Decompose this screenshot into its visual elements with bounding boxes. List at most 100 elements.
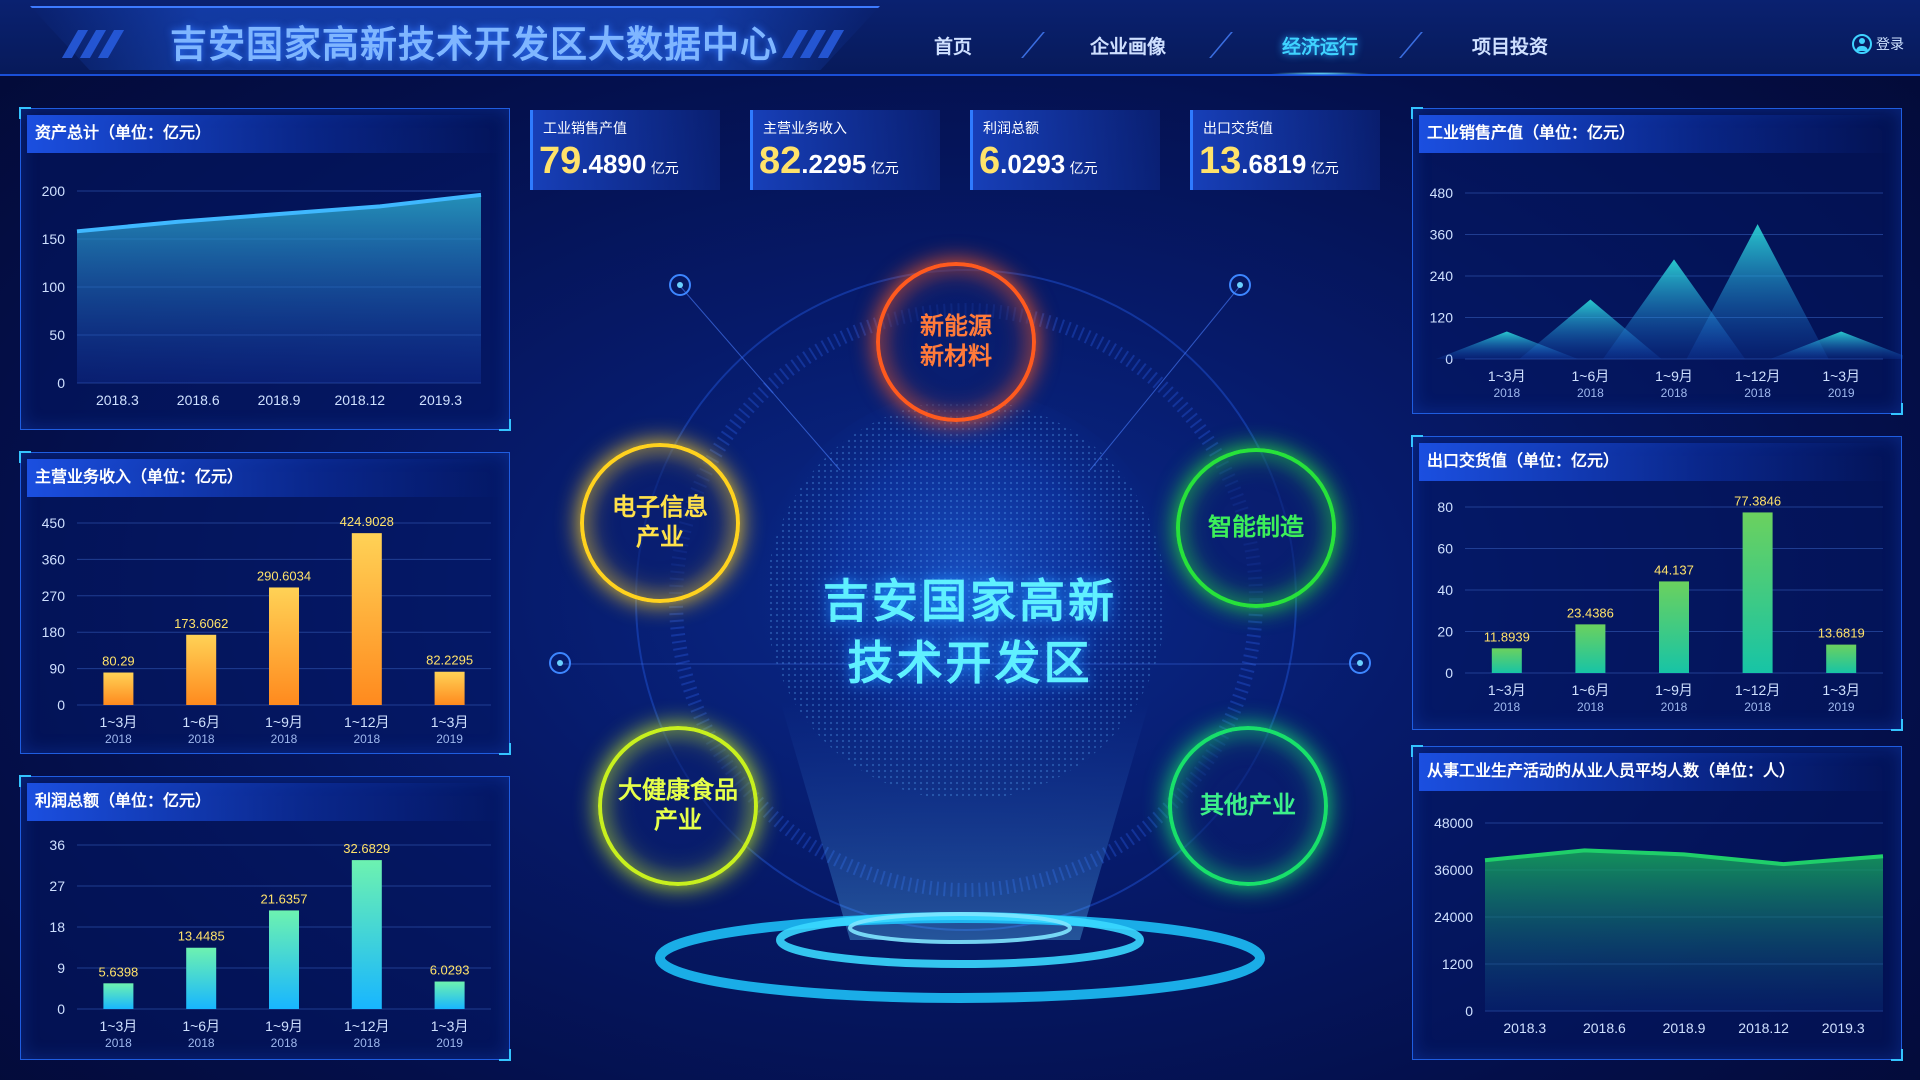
kpi-card-export: 出口交货值 13.6819 亿元	[1190, 110, 1380, 190]
nav-enterprise-profile[interactable]: 企业画像	[1090, 32, 1166, 59]
login-button[interactable]: 登录	[1852, 34, 1904, 54]
nav-separator	[1021, 32, 1045, 58]
bar	[269, 587, 299, 705]
kpi-dec: .2295	[801, 149, 867, 179]
y-tick-label: 120	[1430, 310, 1454, 326]
page-title: 吉安国家高新技术开发区大数据中心	[170, 24, 778, 65]
kpi-int: 6	[979, 140, 1001, 182]
industry-health-food[interactable]: 大健康食品 产业	[598, 726, 758, 886]
x-tick-label: 1~3月	[100, 1018, 138, 1034]
x-tick-year: 2019	[1828, 700, 1855, 714]
bar	[269, 910, 299, 1009]
y-tick-label: 150	[42, 231, 66, 247]
x-tick-year: 2018	[1577, 386, 1604, 400]
bar-value-label: 77.3846	[1734, 493, 1781, 508]
kpi-card-revenue: 主营业务收入 82.2295 亿元	[750, 110, 940, 190]
industry-label: 智能制造	[1208, 514, 1304, 541]
x-tick-year: 2018	[353, 1036, 380, 1050]
orbit-node	[549, 652, 571, 674]
y-tick-label: 0	[1445, 665, 1453, 681]
y-tick-label: 200	[42, 183, 66, 199]
kpi-unit: 亿元	[1310, 160, 1339, 176]
x-tick-year: 2018	[1744, 700, 1771, 714]
x-tick-year: 2018	[188, 732, 215, 746]
x-tick-year: 2018	[1661, 700, 1688, 714]
bar	[1742, 512, 1773, 673]
kpi-label: 利润总额	[983, 120, 1039, 136]
nav-separator	[1399, 32, 1423, 58]
kpi-value: 82.2295 亿元	[759, 140, 899, 183]
y-tick-label: 0	[57, 375, 65, 391]
nav-economic-operation[interactable]: 经济运行	[1269, 32, 1371, 75]
x-tick-label: 1~9月	[265, 1018, 303, 1034]
x-tick-year: 2018	[105, 732, 132, 746]
x-tick-label: 1~3月	[431, 1018, 469, 1034]
center-title: 吉安国家高新 技术开发区	[823, 575, 1117, 689]
y-tick-label: 360	[42, 551, 66, 567]
kpi-int: 82	[759, 140, 802, 182]
revenue-panel: 主营业务收入（单位：亿元） 0 90 180 270 360 450 80.29 1~3月 20…	[19, 451, 511, 755]
x-tick-label: 1~12月	[1735, 682, 1781, 698]
x-tick-label: 2018.9	[1663, 1020, 1706, 1036]
x-tick-label: 1~9月	[1655, 368, 1693, 384]
area-fill	[77, 194, 481, 383]
kpi-value: 6.0293 亿元	[979, 140, 1098, 183]
y-tick-label: 240	[1430, 268, 1454, 284]
mountain-mark	[1686, 224, 1829, 359]
orbit-node	[1229, 274, 1251, 296]
y-tick-label: 80	[1437, 499, 1453, 515]
bar	[103, 672, 134, 705]
kpi-dec: .6819	[1241, 149, 1307, 179]
y-tick-label: 27	[49, 878, 65, 894]
x-tick-label: 1~3月	[100, 714, 138, 730]
industry-intelligent-manufacturing[interactable]: 智能制造	[1176, 448, 1336, 608]
x-tick-label: 1~6月	[182, 714, 220, 730]
employees-panel: 从事工业生产活动的从业人员平均人数（单位：人） 0 1200 24000 36000 4…	[1411, 745, 1903, 1061]
x-tick-label: 1~6月	[1572, 682, 1610, 698]
x-tick-year: 2018	[105, 1036, 132, 1050]
y-tick-label: 0	[57, 1001, 65, 1017]
x-tick-label: 2019.3	[1822, 1020, 1865, 1036]
y-tick-label: 480	[1430, 185, 1454, 201]
export-chart: 0 20 40 60 80 11.8939 1~3月 2018 23.4386 1~6月 2018 4…	[1437, 493, 1883, 714]
y-tick-label: 450	[42, 515, 66, 531]
bar-value-label: 5.6398	[99, 964, 139, 979]
kpi-unit: 亿元	[1069, 160, 1098, 176]
x-tick-year: 2018	[353, 732, 380, 746]
sales-chart: 01202403604801~3月20181~6月20181~9月20181~1…	[1430, 185, 1903, 400]
kpi-card-profit: 利润总额 6.0293 亿元	[970, 110, 1160, 190]
bar	[434, 671, 465, 705]
bar	[186, 634, 217, 705]
bar	[1575, 624, 1606, 673]
nav-home[interactable]: 首页	[934, 32, 972, 59]
y-tick-label: 100	[42, 279, 66, 295]
x-tick-year: 2019	[436, 732, 463, 746]
bar	[351, 860, 382, 1009]
orbit-node	[669, 274, 691, 296]
industry-other[interactable]: 其他产业	[1168, 726, 1328, 886]
kpi-int: 13	[1199, 140, 1242, 182]
x-tick-label: 2018.9	[258, 392, 301, 408]
industry-new-energy-materials[interactable]: 新能源 新材料	[876, 262, 1036, 422]
y-tick-label: 360	[1430, 227, 1454, 243]
industry-label: 大健康食品 产业	[618, 777, 738, 834]
main-nav: 首页 企业画像 经济运行 项目投资	[890, 24, 1610, 75]
export-panel: 出口交货值（单位：亿元） 0 20 40 60 80 11.8939 1~3月 2018 23.…	[1411, 435, 1903, 731]
industry-electronic-information[interactable]: 电子信息 产业	[580, 443, 740, 603]
employees-chart: 0 1200 24000 36000 48000 2018.3 2018.6 2018.9 20…	[1434, 815, 1884, 1036]
bar-value-label: 13.6819	[1818, 626, 1865, 641]
x-tick-label: 1~3月	[1488, 368, 1526, 384]
kpi-dec: .4890	[581, 149, 647, 179]
kpi-value: 13.6819 亿元	[1199, 140, 1339, 183]
x-tick-label: 2018.6	[177, 392, 220, 408]
y-tick-label: 20	[1437, 624, 1453, 640]
y-tick-label: 180	[42, 624, 66, 640]
nav-separator	[1209, 32, 1233, 58]
nav-project-investment[interactable]: 项目投资	[1472, 32, 1548, 59]
bar-value-label: 6.0293	[430, 963, 470, 978]
kpi-dec: .0293	[1000, 149, 1066, 179]
bar-value-label: 11.8939	[1484, 629, 1530, 644]
x-tick-year: 2018	[1661, 386, 1688, 400]
x-tick-year: 2018	[1493, 700, 1520, 714]
assets-chart: 0 50 100 150 200 2018.3 2018.6 2018.9 2018.12 201…	[42, 183, 482, 408]
